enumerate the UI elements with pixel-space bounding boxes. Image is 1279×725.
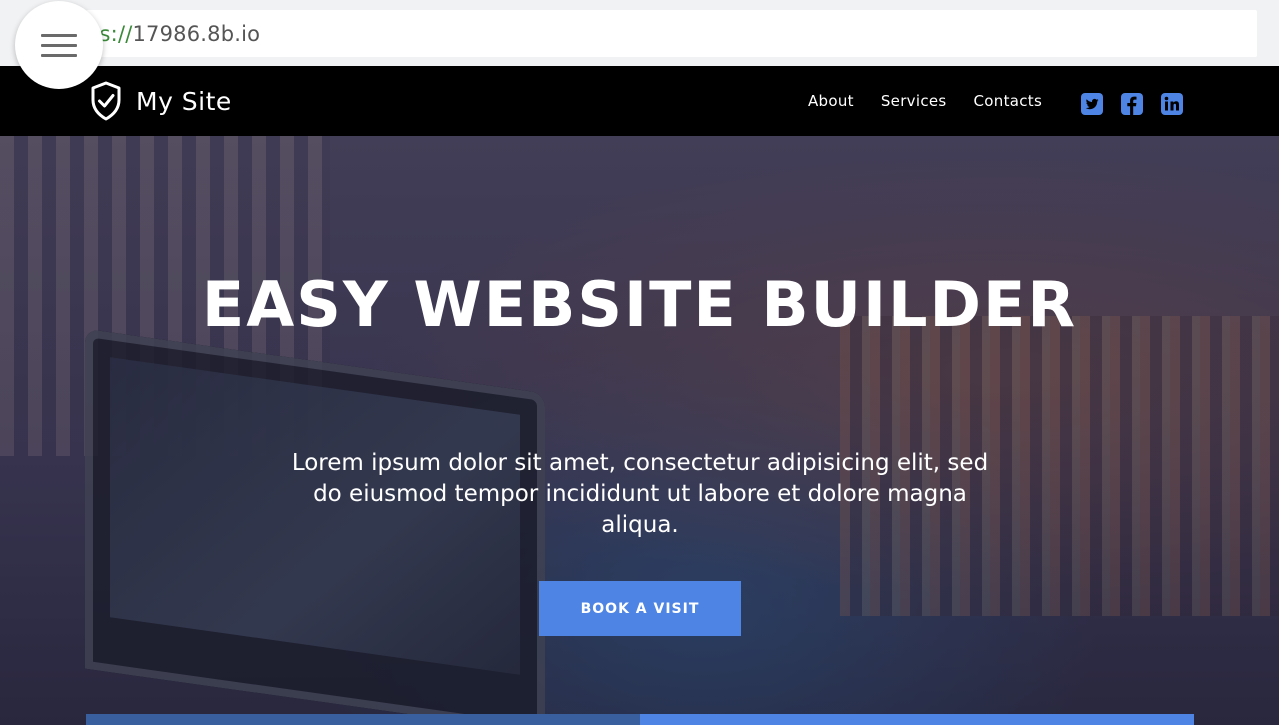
twitter-icon[interactable] xyxy=(1081,93,1103,115)
facebook-icon[interactable] xyxy=(1121,93,1143,115)
brand-link[interactable]: My Site xyxy=(90,81,232,121)
menu-button[interactable] xyxy=(15,1,103,89)
browser-toolbar: ps://17986.8b.io xyxy=(0,0,1279,66)
brand-name: My Site xyxy=(136,86,232,116)
hero-subtitle: Lorem ipsum dolor sit amet, consectetur … xyxy=(291,450,989,538)
nav-link-contacts[interactable]: Contacts xyxy=(974,92,1043,110)
nav-link-about[interactable]: About xyxy=(808,92,854,110)
book-a-visit-button[interactable]: BOOK A VISIT xyxy=(539,581,741,636)
site-navbar: My Site About Services Contacts xyxy=(0,66,1279,136)
next-section-left xyxy=(86,714,640,725)
social-links xyxy=(1081,93,1183,115)
address-bar[interactable]: ps://17986.8b.io xyxy=(86,10,1257,57)
nav-links: About Services Contacts xyxy=(808,92,1069,110)
hero-title: EASY WEBSITE BUILDER xyxy=(201,268,1078,341)
hero-overlay xyxy=(0,136,1279,725)
linkedin-icon[interactable] xyxy=(1161,93,1183,115)
shield-check-icon xyxy=(91,81,121,121)
next-section-right xyxy=(640,714,1194,725)
nav-link-services[interactable]: Services xyxy=(881,92,947,110)
url-text: ps://17986.8b.io xyxy=(86,22,486,46)
url-host: 17986.8b.io xyxy=(132,22,261,46)
hero-section: EASY WEBSITE BUILDER Lorem ipsum dolor s… xyxy=(0,136,1279,725)
